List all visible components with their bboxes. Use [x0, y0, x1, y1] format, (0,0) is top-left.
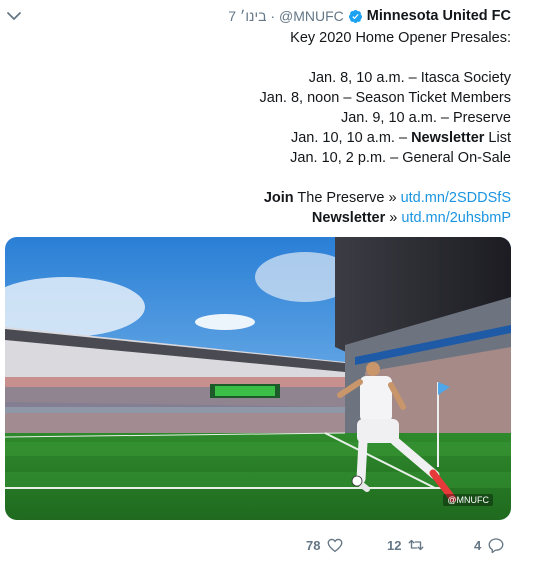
tweet-link[interactable]: utd.mn/2SDDSfS — [401, 190, 511, 206]
reply-icon — [488, 538, 504, 554]
tweet-line-text: The Preserve » — [293, 190, 401, 206]
tweet-photo[interactable]: @MNUFC — [5, 237, 511, 520]
like-button[interactable]: 78 — [306, 536, 344, 554]
tweet-line-text: Jan. 8, noon – Season Ticket Members — [259, 90, 511, 106]
author-name[interactable]: Minnesota United FC — [367, 6, 511, 26]
tweet-line: Key 2020 Home Opener Presales: — [31, 28, 511, 48]
chevron-down-icon[interactable] — [6, 10, 22, 22]
tweet-line-text: Jan. 8, 10 a.m. – Itasca Society — [308, 70, 511, 86]
tweet-line: Jan. 9, 10 a.m. – Preserve — [31, 108, 511, 128]
tweet-line-text: » — [385, 210, 402, 226]
verified-badge-icon — [348, 9, 362, 23]
retweet-count: 12 — [387, 537, 402, 553]
tweet-header: 7 בינו׳ · @MNUFC Minnesota United FC — [228, 6, 511, 26]
tweet-line-text: Jan. 10, 10 a.m. – — [290, 130, 412, 146]
tweet-line: Jan. 8, 10 a.m. – Itasca Society — [31, 68, 511, 88]
tweet-line-text: Key 2020 Home Opener Presales: — [290, 30, 511, 46]
tweet-line-bold: Join — [263, 190, 294, 206]
tweet-line: Newsletter » utd.mn/2uhsbmP — [31, 208, 511, 228]
tweet-line: Join The Preserve » utd.mn/2SDDSfS — [31, 188, 511, 208]
tweet-text: Key 2020 Home Opener Presales: Jan. 8, 10… — [31, 28, 511, 228]
retweet-icon — [409, 539, 424, 551]
tweet-time[interactable]: 7 בינו׳ · — [228, 6, 275, 26]
tweet-line: Jan. 10, 10 a.m. – Newsletter List — [31, 128, 511, 148]
reply-count: 4 — [474, 537, 482, 553]
photo-watermark: @MNUFC — [443, 494, 493, 506]
author-handle[interactable]: @MNUFC — [279, 6, 344, 26]
heart-icon — [328, 538, 343, 553]
tweet-line-text: Jan. 9, 10 a.m. – Preserve — [340, 110, 511, 126]
stadium-photo — [5, 237, 511, 520]
reply-button[interactable]: 4 — [474, 536, 505, 554]
tweet-link[interactable]: utd.mn/2uhsbmP — [401, 210, 511, 226]
retweet-button[interactable]: 12 — [387, 536, 425, 554]
tweet-line-text: List — [484, 130, 511, 146]
like-count: 78 — [306, 537, 321, 553]
tweet-line: Jan. 10, 2 p.m. – General On-Sale — [31, 148, 511, 168]
tweet-line: Jan. 8, noon – Season Ticket Members — [31, 88, 511, 108]
tweet-line-text: Jan. 10, 2 p.m. – General On-Sale — [290, 150, 511, 166]
tweet-line-bold: Newsletter — [411, 130, 485, 146]
tweet-line-bold: Newsletter — [311, 210, 386, 226]
